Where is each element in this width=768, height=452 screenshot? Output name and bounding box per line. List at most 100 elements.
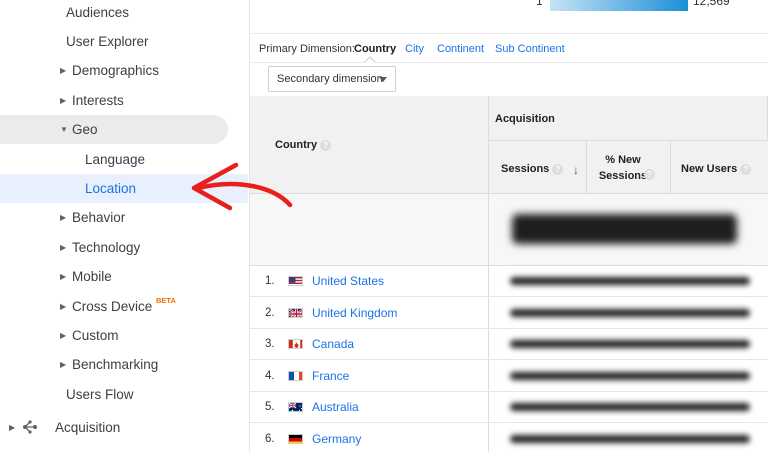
row-index: 6. xyxy=(265,433,275,445)
column-header-label: Sessions ? xyxy=(501,163,564,175)
redacted-values xyxy=(510,340,750,348)
flag-france-icon xyxy=(288,371,303,381)
report-table: Country ? Acquisition Sessions ? ↓ % New… xyxy=(250,96,768,452)
chevron-down-icon xyxy=(379,77,387,82)
redacted-values xyxy=(510,372,750,380)
table-row: 2. United Kingdom xyxy=(250,298,768,329)
help-icon[interactable]: ? xyxy=(644,169,655,180)
table-row: 6. Germany xyxy=(250,424,768,452)
caret-right-icon: ▶ xyxy=(9,423,16,432)
sidebar-item-technology[interactable]: ▶ Technology xyxy=(0,233,248,262)
redacted-values xyxy=(510,309,750,317)
row-index: 5. xyxy=(265,401,275,413)
sidebar-item-audiences[interactable]: Audiences xyxy=(0,0,248,27)
sidebar-item-cross-device[interactable]: ▶ Cross Device BETA xyxy=(0,292,248,321)
sidebar-item-users-flow[interactable]: Users Flow xyxy=(0,380,248,409)
flag-australia-icon xyxy=(288,402,303,412)
primary-dimension-label: Primary Dimension: xyxy=(259,43,355,55)
redacted-values xyxy=(510,403,750,411)
country-link[interactable]: Canada xyxy=(312,337,354,351)
caret-right-icon: ▶ xyxy=(60,272,67,281)
row-index: 1. xyxy=(265,275,275,287)
flag-uk-icon xyxy=(288,308,303,318)
sidebar-item-custom[interactable]: ▶ Custom xyxy=(0,321,248,350)
beta-badge: BETA xyxy=(156,296,176,305)
table-row: 5. Australia xyxy=(250,392,768,423)
column-group-acquisition: Acquisition xyxy=(489,96,768,141)
sidebar-item-label: Custom xyxy=(72,328,119,343)
help-icon[interactable]: ? xyxy=(320,139,332,151)
caret-right-icon: ▶ xyxy=(60,96,67,105)
map-scale: 1 12,569 xyxy=(250,0,768,33)
country-link[interactable]: United States xyxy=(312,274,384,288)
sidebar-item-label: Geo xyxy=(72,122,98,137)
sort-descending-icon[interactable]: ↓ xyxy=(573,163,579,177)
sidebar-item-user-explorer[interactable]: User Explorer xyxy=(0,27,248,56)
dimension-option-city[interactable]: City xyxy=(405,43,424,55)
sidebar-item-demographics[interactable]: ▶ Demographics xyxy=(0,56,248,85)
sidebar-item-label: Mobile xyxy=(72,269,112,284)
caret-down-icon: ▼ xyxy=(60,125,68,134)
table-row: 4. France xyxy=(250,361,768,392)
primary-dimension-bar: Primary Dimension: Country City Continen… xyxy=(250,33,768,68)
table-row: 3. Canada xyxy=(250,329,768,360)
sidebar-item-label: Location xyxy=(85,181,137,196)
sidebar-item-mobile[interactable]: ▶ Mobile xyxy=(0,262,248,291)
sidebar-item-geo[interactable]: ▼ Geo xyxy=(0,115,228,144)
redacted-totals xyxy=(512,214,737,244)
sidebar-item-label: Technology xyxy=(72,240,141,255)
sidebar-item-label: Users Flow xyxy=(66,387,134,402)
dimension-option-sub-continent[interactable]: Sub Continent xyxy=(495,43,565,55)
sidebar-item-acquisition[interactable]: ▶ Acquisition xyxy=(0,413,248,442)
map-scale-min: 1 xyxy=(536,0,543,8)
caret-right-icon: ▶ xyxy=(60,360,67,369)
caret-right-icon: ▶ xyxy=(60,243,67,252)
help-icon[interactable]: ? xyxy=(552,163,564,175)
secondary-dimension-dropdown[interactable]: Secondary dimension xyxy=(268,66,396,92)
country-link[interactable]: Australia xyxy=(312,400,359,414)
row-index: 2. xyxy=(265,307,275,319)
table-row: 1. United States xyxy=(250,266,768,297)
sidebar-item-label: Interests xyxy=(72,93,124,108)
country-link[interactable]: France xyxy=(312,369,349,383)
sidebar-item-label: Behavior xyxy=(72,210,126,225)
redacted-values xyxy=(510,277,750,285)
row-index: 3. xyxy=(265,338,275,350)
caret-right-icon: ▶ xyxy=(60,66,67,75)
sidebar-item-label: User Explorer xyxy=(66,34,149,49)
annotation-arrow-icon xyxy=(191,162,293,211)
sidebar-item-label: Benchmarking xyxy=(72,357,159,372)
sidebar-item-label: Acquisition xyxy=(55,420,121,435)
sidebar-item-benchmarking[interactable]: ▶ Benchmarking xyxy=(0,350,248,379)
dimension-option-country[interactable]: Country xyxy=(354,43,396,55)
secondary-dimension-label: Secondary dimension xyxy=(277,73,383,85)
flag-canada-icon xyxy=(288,339,303,349)
row-index: 4. xyxy=(265,370,275,382)
column-header-label: % New Sessions xyxy=(598,154,648,182)
country-link[interactable]: Germany xyxy=(312,432,361,446)
column-header-new-users[interactable]: New Users ? xyxy=(671,141,768,194)
sidebar: Audiences User Explorer ▶ Demographics ▶… xyxy=(0,0,250,452)
acquisition-icon xyxy=(23,420,37,434)
sidebar-item-label: Audiences xyxy=(66,5,130,20)
totals-row xyxy=(250,194,768,266)
map-scale-max: 12,569 xyxy=(693,0,730,8)
flag-us-icon xyxy=(288,276,303,286)
column-header-sessions[interactable]: Sessions ? ↓ xyxy=(489,141,587,194)
caret-right-icon: ▶ xyxy=(60,302,67,311)
column-header-new-sessions[interactable]: % New Sessions ? xyxy=(587,141,671,194)
caret-right-icon: ▶ xyxy=(60,213,67,222)
column-group-label: Acquisition xyxy=(495,113,555,125)
redacted-values xyxy=(510,435,750,443)
help-icon[interactable]: ? xyxy=(740,163,752,175)
sidebar-item-label: Language xyxy=(85,152,146,167)
map-scale-bar xyxy=(550,0,688,11)
sidebar-item-label: Cross Device xyxy=(72,299,153,314)
flag-germany-icon xyxy=(288,434,303,444)
country-link[interactable]: United Kingdom xyxy=(312,306,397,320)
column-header-label: New Users ? xyxy=(681,163,752,175)
caret-right-icon: ▶ xyxy=(60,331,67,340)
sidebar-item-label: Demographics xyxy=(72,63,160,78)
sidebar-item-interests[interactable]: ▶ Interests xyxy=(0,86,248,115)
dimension-option-continent[interactable]: Continent xyxy=(437,43,484,55)
